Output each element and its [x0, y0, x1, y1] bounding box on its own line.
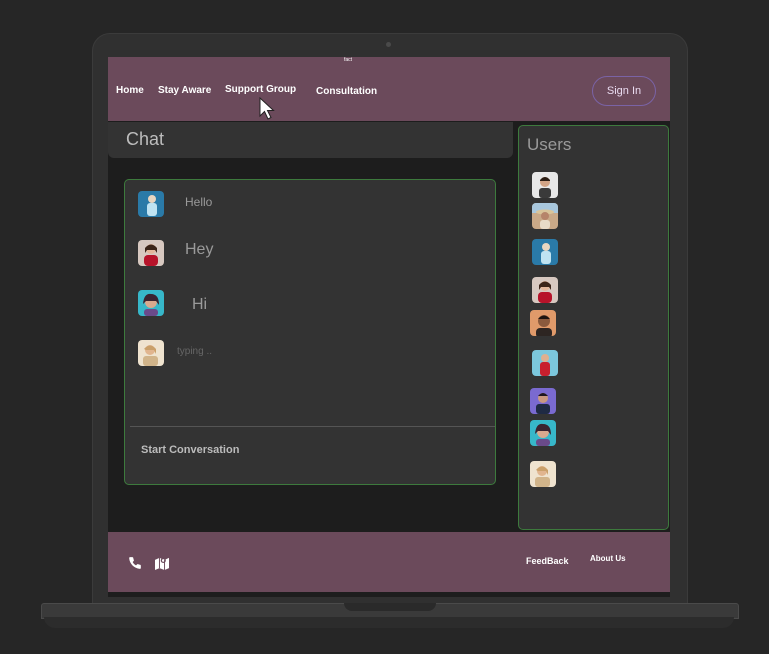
laptop-screen: fact Home Stay Aware Support Group Consu…	[108, 57, 670, 597]
nav-consultation[interactable]: Consultation	[316, 86, 377, 97]
logo-text: fact	[344, 57, 353, 63]
user-avatar-man-purple[interactable]	[530, 388, 556, 414]
nav-support-group[interactable]: Support Group	[225, 84, 296, 95]
user-avatar-person-hat[interactable]	[532, 203, 558, 229]
user-avatar-blue-figure[interactable]	[532, 239, 558, 265]
map-icon[interactable]	[154, 556, 170, 570]
laptop-camera	[386, 42, 391, 47]
user-avatar-woman-teal[interactable]	[530, 420, 556, 446]
start-conversation-input[interactable]: Start Conversation	[141, 444, 239, 456]
sign-in-button[interactable]: Sign In	[592, 76, 656, 106]
laptop-base-bottom	[44, 617, 734, 628]
message-text: Hey	[185, 241, 214, 258]
user-avatar-woman-red[interactable]	[532, 277, 558, 303]
user-avatar-woman-beige[interactable]	[530, 461, 556, 487]
phone-icon[interactable]	[128, 556, 142, 570]
footer-feedback-link[interactable]: FeedBack	[526, 556, 569, 566]
user-avatar-man-orange[interactable]	[530, 310, 556, 336]
avatar-woman-teal	[138, 290, 164, 316]
avatar-woman-beige	[138, 340, 164, 366]
mouse-cursor-icon	[259, 97, 275, 121]
laptop-notch	[344, 603, 436, 611]
avatar-woman-red	[138, 240, 164, 266]
user-avatar-red-figure[interactable]	[532, 350, 558, 376]
avatar-blue-figure	[138, 191, 164, 217]
chat-box: Hello Hey Hi typing .. Start Conversatio…	[124, 179, 496, 485]
nav-home[interactable]: Home	[116, 85, 144, 96]
message-text: Hi	[192, 296, 208, 313]
chat-header: Chat	[108, 122, 513, 158]
nav-stay-aware[interactable]: Stay Aware	[158, 85, 211, 96]
footer: FeedBack About Us	[108, 532, 670, 592]
message-text: Hello	[185, 195, 213, 209]
navbar: fact Home Stay Aware Support Group Consu…	[108, 57, 670, 121]
typing-indicator: typing ..	[177, 346, 213, 357]
user-avatar-man-white[interactable]	[532, 172, 558, 198]
users-title: Users	[527, 135, 572, 154]
users-panel: Users	[518, 125, 669, 530]
chat-divider	[130, 426, 495, 427]
footer-about-us-link[interactable]: About Us	[590, 554, 626, 563]
chat-title: Chat	[126, 129, 165, 149]
